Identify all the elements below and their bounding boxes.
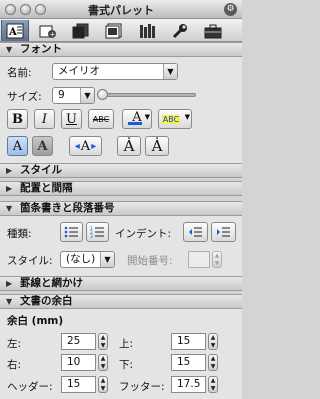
gear-icon[interactable]: ⚙ [224,3,237,16]
section-font[interactable]: ▼ フォント [0,42,242,57]
arrow-left-icon: ◂ [74,140,80,152]
character-spacing-glyph: A [80,138,91,154]
font-size-slider[interactable] [103,93,196,97]
margin-right-field[interactable]: 10 [61,354,96,371]
arrow-right-icon: ▸ [91,140,97,152]
wrench-icon[interactable] [166,20,194,41]
margins-panel: 余白 (mm) 左: 25 ▲ ▼ 上: 15 ▲ ▼ 右: 10 ▲ ▼ 下: 15… [0,309,242,399]
section-borders-label: 罫線と網かけ [20,277,83,289]
chevron-down-icon: ▼ [144,113,150,121]
small-caps-button[interactable]: Ȧ [117,136,141,156]
bullet-type-label: 種類: [7,228,32,240]
svg-text:3: 3 [90,234,93,238]
decrease-indent-icon [189,227,202,237]
header-margin-label: ヘッダー: [7,381,53,393]
all-caps-button[interactable]: Ȧ [145,136,169,156]
font-color-button[interactable]: A ▼ [122,109,152,129]
format-text-icon[interactable]: A [1,20,29,41]
margin-bottom-field[interactable]: 15 [171,354,206,371]
palette-toolbar: A + [0,19,242,42]
section-margins-label: 文書の余白 [20,295,73,307]
font-size-value: 9 [58,89,65,101]
increase-indent-icon [217,227,230,237]
disclosure-closed-icon: ▶ [6,279,13,288]
shadow-effect-button[interactable]: A [32,136,53,156]
footer-margin-label: フッター: [119,381,165,393]
character-spacing-button[interactable]: ◂ A ▸ [69,136,102,156]
numbered-list-icon: 123 [90,226,104,238]
strikethrough-button[interactable]: ABC [88,109,114,129]
font-size-label: サイズ: [7,91,42,103]
svg-text:+: + [50,30,56,38]
gallery-icon[interactable] [100,20,128,41]
margin-left-field[interactable]: 25 [61,333,96,350]
disclosure-closed-icon: ▶ [6,184,13,193]
bullet-list-icon [64,226,78,238]
chevron-down-icon: ▼ [184,113,190,121]
underline-button[interactable]: U [61,109,82,129]
font-name-label: 名前: [7,67,32,79]
bold-button[interactable]: B [7,109,28,129]
library-icon[interactable] [133,20,161,41]
section-alignment[interactable]: ▶ 配置と間隔 [0,181,242,196]
section-font-label: フォント [20,43,62,55]
insert-object-icon[interactable]: + [34,20,62,41]
margin-top-field[interactable]: 15 [171,333,206,350]
highlight-button[interactable]: ABC ▼ [158,109,192,129]
section-alignment-label: 配置と間隔 [20,182,73,194]
toolbox-icon[interactable] [199,20,227,41]
disclosure-open-icon: ▼ [6,204,13,213]
highlight-glyph: ABC [161,114,181,124]
margin-bottom-stepper[interactable]: ▲ ▼ [208,354,218,371]
section-bullets-label: 箇条書きと段落番号 [20,202,115,214]
copy-pages-icon[interactable] [67,20,95,41]
section-borders[interactable]: ▶ 罫線と網かけ [0,276,242,291]
chevron-down-icon: ▼ [163,64,177,79]
font-size-slider-knob[interactable] [97,89,108,100]
start-number-label: 開始番号: [127,255,173,267]
section-margins[interactable]: ▼ 文書の余白 [0,294,242,309]
header-margin-stepper[interactable]: ▲ ▼ [98,376,108,393]
bullets-panel: 種類: 123 インデント: スタイル: (なし) ▼ 開始番号: ▲ ▼ [0,216,242,276]
outline-effect-button[interactable]: A [7,136,28,156]
footer-margin-stepper[interactable]: ▲ ▼ [208,376,218,393]
footer-margin-field[interactable]: 17.5 [171,376,206,393]
margin-right-label: 右: [7,359,22,371]
title-bar: 書式パレット ⚙ [0,0,242,19]
decrease-indent-button[interactable] [183,222,208,242]
font-color-swatch [128,122,142,125]
start-number-field [188,251,210,268]
bullet-style-value: (なし) [66,253,96,265]
bullet-style-popup[interactable]: (なし) ▼ [60,251,115,268]
chevron-down-icon: ▼ [100,252,114,267]
header-margin-field[interactable]: 15 [61,376,96,393]
start-number-stepper: ▲ ▼ [212,251,222,268]
font-panel: 名前: メイリオ ▼ サイズ: 9 ▼ B I U ABC A ▼ ABC ▼ … [0,57,242,163]
margin-bottom-label: 下: [119,359,134,371]
section-bullets[interactable]: ▼ 箇条書きと段落番号 [0,201,242,216]
margins-heading: 余白 (mm) [7,315,64,327]
section-style[interactable]: ▶ スタイル [0,163,242,178]
chevron-down-icon: ▼ [80,88,94,103]
increase-indent-button[interactable] [211,222,236,242]
disclosure-open-icon: ▼ [6,45,13,54]
indent-label: インデント: [115,228,172,240]
bulleted-list-button[interactable] [60,222,83,242]
svg-text:A: A [8,27,17,38]
font-size-combo[interactable]: 9 ▼ [52,87,95,104]
numbered-list-button[interactable]: 123 [86,222,109,242]
window-title: 書式パレット [88,4,154,17]
bullet-style-label: スタイル: [7,255,53,267]
disclosure-open-icon: ▼ [6,297,13,306]
margin-top-label: 上: [119,338,134,350]
disclosure-closed-icon: ▶ [6,166,13,175]
margin-left-label: 左: [7,338,22,350]
italic-button[interactable]: I [34,109,55,129]
font-name-value: メイリオ [58,65,100,77]
margin-left-stepper[interactable]: ▲ ▼ [98,333,108,350]
font-name-popup[interactable]: メイリオ ▼ [52,63,178,80]
margin-top-stepper[interactable]: ▲ ▼ [208,333,218,350]
section-style-label: スタイル [20,164,62,176]
margin-right-stepper[interactable]: ▲ ▼ [98,354,108,371]
